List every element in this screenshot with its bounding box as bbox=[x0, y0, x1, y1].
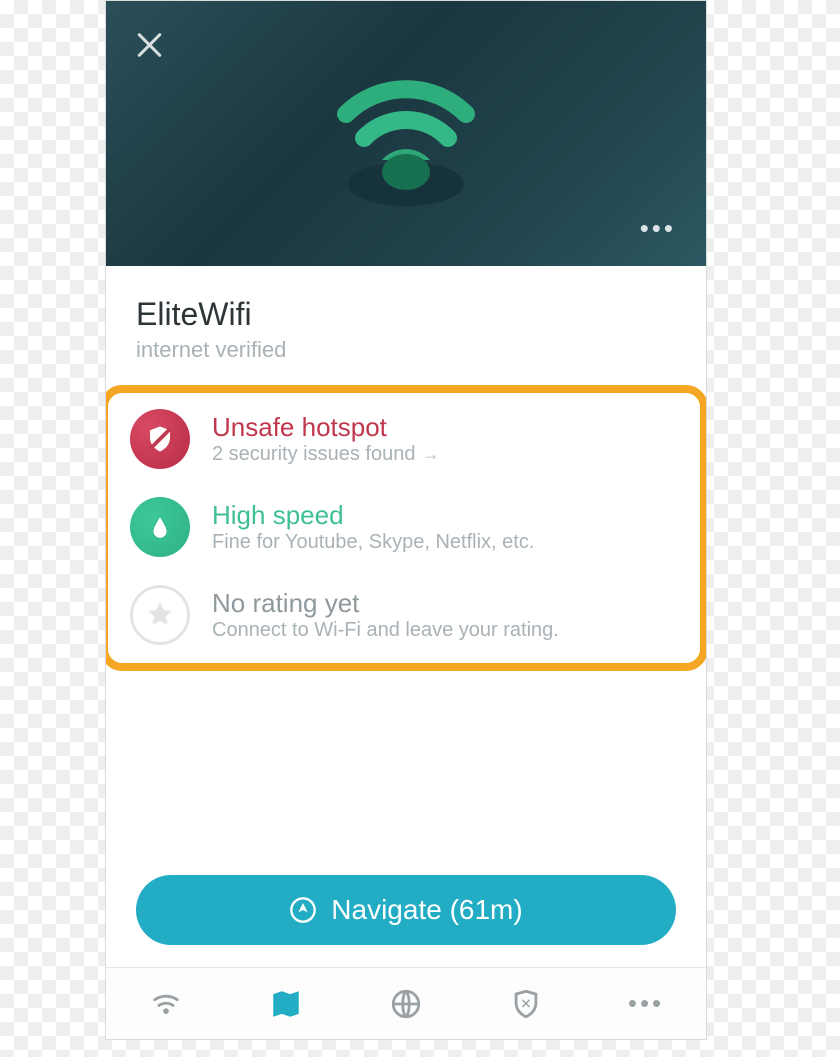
network-title-block: EliteWifi internet verified bbox=[106, 266, 706, 385]
status-highlight-box: Unsafe hotspot 2 security issues found →… bbox=[105, 385, 707, 671]
drop-icon bbox=[130, 497, 190, 557]
network-name: EliteWifi bbox=[136, 296, 676, 333]
chevron-right-icon: → bbox=[421, 444, 439, 465]
row-safety-title: Unsafe hotspot bbox=[212, 412, 439, 443]
hero-more-icon[interactable]: ••• bbox=[640, 213, 676, 244]
navigate-arrow-icon bbox=[289, 896, 317, 924]
tab-globe[interactable] bbox=[386, 984, 426, 1024]
row-speed[interactable]: High speed Fine for Youtube, Skype, Netf… bbox=[130, 497, 678, 557]
row-safety[interactable]: Unsafe hotspot 2 security issues found → bbox=[130, 409, 678, 469]
row-speed-title: High speed bbox=[212, 500, 534, 531]
row-rating-title: No rating yet bbox=[212, 588, 559, 619]
navigate-button[interactable]: Navigate (61m) bbox=[136, 875, 676, 945]
tab-more[interactable]: ••• bbox=[626, 984, 666, 1024]
star-icon bbox=[130, 585, 190, 645]
content-area: Navigate (61m) bbox=[106, 671, 706, 967]
more-dots-icon: ••• bbox=[628, 988, 664, 1019]
svg-text:✕: ✕ bbox=[520, 996, 532, 1012]
row-safety-sub: 2 security issues found → bbox=[212, 443, 439, 466]
row-rating-sub: Connect to Wi-Fi and leave your rating. bbox=[212, 619, 559, 642]
tab-shield[interactable]: ✕ bbox=[506, 984, 546, 1024]
wifi-graphic-icon bbox=[316, 54, 496, 214]
shield-slash-icon bbox=[130, 409, 190, 469]
row-rating[interactable]: No rating yet Connect to Wi-Fi and leave… bbox=[130, 585, 678, 645]
tab-map[interactable] bbox=[266, 984, 306, 1024]
app-screen: ••• EliteWifi internet verified Unsafe h… bbox=[105, 0, 707, 1040]
row-speed-sub: Fine for Youtube, Skype, Netflix, etc. bbox=[212, 531, 534, 554]
network-status: internet verified bbox=[136, 337, 676, 363]
tab-wifi[interactable] bbox=[146, 984, 186, 1024]
navigate-label: Navigate (61m) bbox=[331, 894, 522, 926]
row-safety-sub-text: 2 security issues found bbox=[212, 443, 415, 466]
close-icon[interactable] bbox=[134, 29, 166, 61]
hero-banner: ••• bbox=[106, 1, 706, 266]
tab-bar: ✕ ••• bbox=[106, 967, 706, 1039]
